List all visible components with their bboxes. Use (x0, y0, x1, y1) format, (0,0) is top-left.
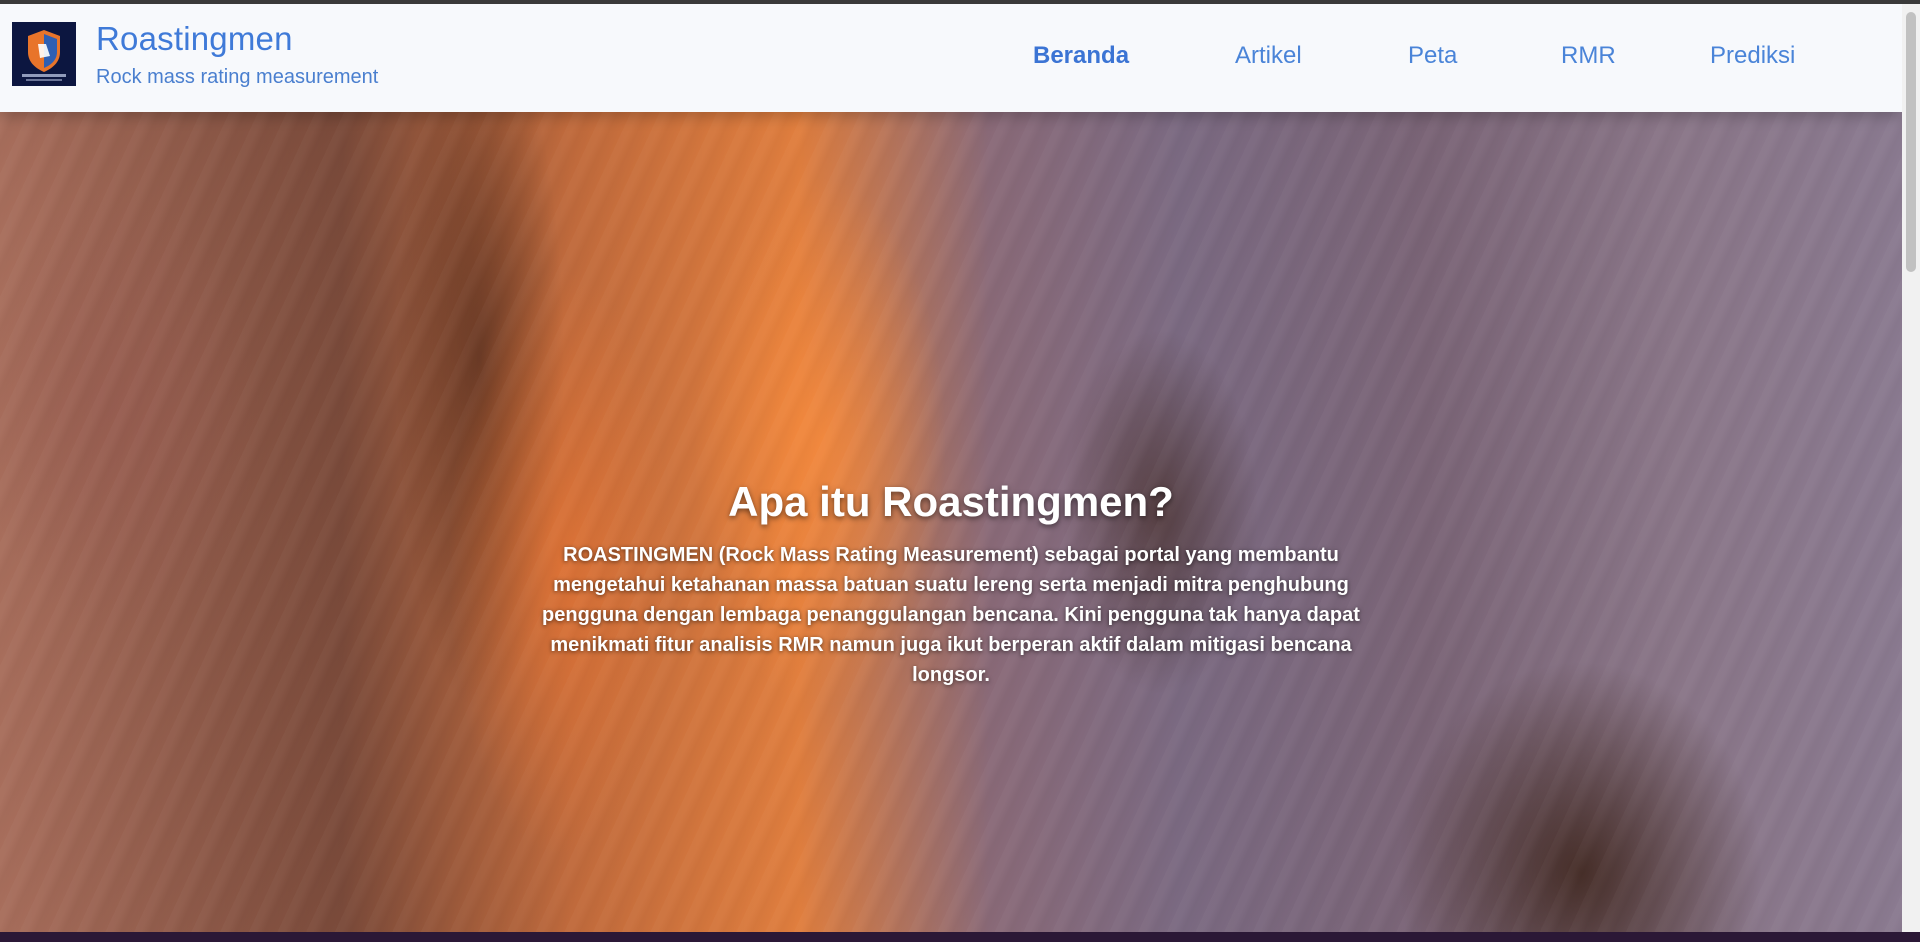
hero-title: Apa itu Roastingmen? (728, 478, 1174, 525)
hero-description: ROASTINGMEN (Rock Mass Rating Measuremen… (542, 544, 1360, 686)
vertical-scrollbar[interactable] (1902, 4, 1920, 932)
main-nav: Beranda Artikel Peta RMR Prediksi (0, 42, 1902, 82)
page: Roastingmen Rock mass rating measurement… (0, 4, 1902, 932)
taskbar-edge (0, 932, 1920, 942)
nav-prediksi[interactable]: Prediksi (1710, 42, 1795, 70)
nav-beranda[interactable]: Beranda (1033, 42, 1129, 70)
nav-peta[interactable]: Peta (1408, 42, 1457, 70)
nav-rmr[interactable]: RMR (1561, 42, 1616, 70)
nav-artikel[interactable]: Artikel (1235, 42, 1302, 70)
scrollbar-thumb[interactable] (1906, 12, 1916, 272)
hero-section: Apa itu Roastingmen? ROASTINGMEN (Rock M… (0, 112, 1902, 932)
site-header: Roastingmen Rock mass rating measurement… (0, 4, 1902, 112)
